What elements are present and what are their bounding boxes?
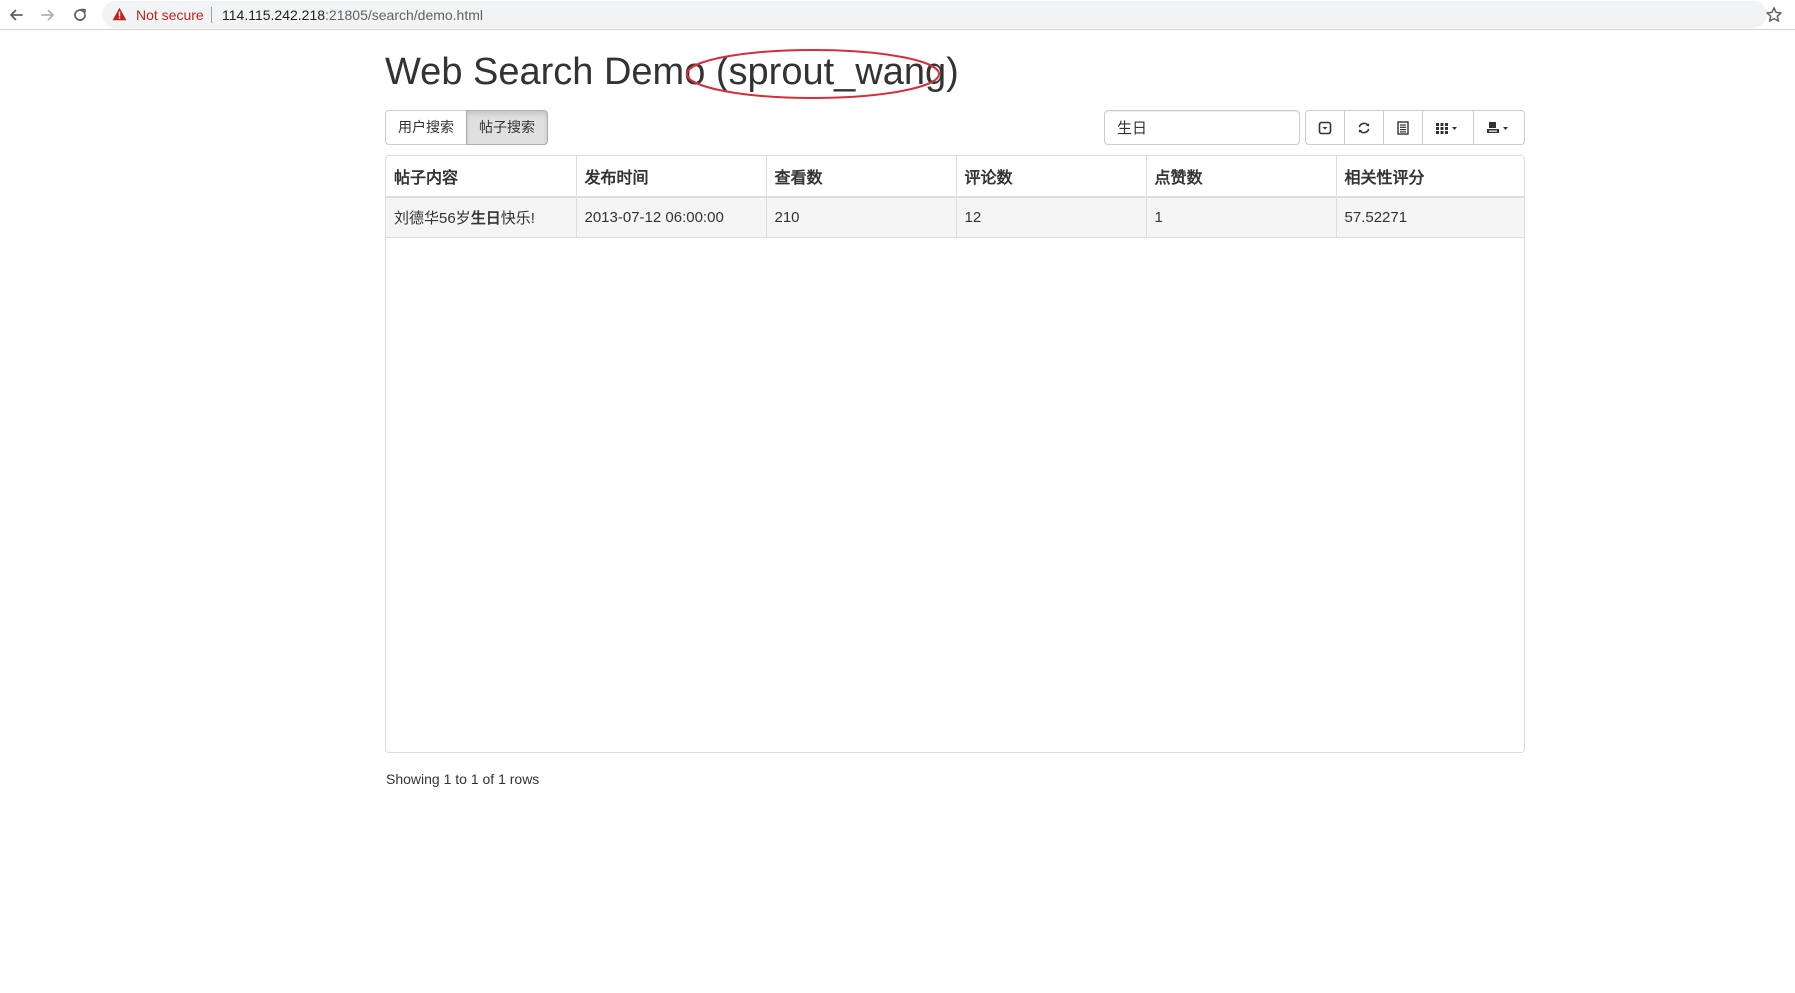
columns-list-icon [1397, 120, 1409, 135]
pagination-info: Showing 1 to 1 of 1 rows [386, 771, 540, 787]
columns-grid-icon [1436, 122, 1457, 134]
tab-post-search[interactable]: 帖子搜索 [466, 110, 548, 145]
column-header-comments[interactable]: 评论数 [955, 156, 1146, 198]
cell-content: 刘德华56岁生日快乐! [386, 197, 576, 238]
url-host: 114.115.242.218 [222, 7, 326, 23]
content-text-end: 快乐! [500, 209, 535, 227]
column-header-views[interactable]: 查看数 [765, 156, 956, 198]
page-title-user: (sprout_wang) [715, 51, 959, 93]
column-header-score[interactable]: 相关性评分 [1335, 156, 1524, 198]
columns-dropdown-button[interactable] [1422, 110, 1474, 145]
tab-user-search[interactable]: 用户搜索 [385, 110, 467, 145]
search-type-tabs: 用户搜索 帖子搜索 [385, 110, 548, 145]
address-bar[interactable]: Not secure 114.115.242.218:21805/search/… [102, 1, 1767, 28]
refresh-icon [1358, 122, 1370, 133]
export-dropdown-button[interactable] [1473, 110, 1525, 145]
security-label[interactable]: Not secure [136, 7, 204, 23]
toggle-view-button[interactable] [1305, 110, 1345, 145]
cell-likes: 1 [1145, 197, 1336, 238]
column-header-time[interactable]: 发布时间 [575, 156, 766, 198]
warning-icon [112, 7, 127, 21]
columns-list-button[interactable] [1383, 110, 1423, 145]
url-separator [211, 7, 212, 23]
refresh-button[interactable] [1344, 110, 1384, 145]
cell-views: 210 [765, 197, 956, 238]
reload-icon [74, 8, 86, 21]
column-header-content[interactable]: 帖子内容 [386, 156, 576, 198]
cell-time: 2013-07-12 06:00:00 [575, 197, 766, 238]
search-input[interactable] [1104, 110, 1300, 145]
table-row[interactable]: 刘德华56岁生日快乐! 2013-07-12 06:00:00 210 12 1… [386, 197, 1524, 238]
page-title: Web Search Demo (sprout_wang) [385, 44, 959, 100]
column-header-likes[interactable]: 点赞数 [1145, 156, 1336, 198]
results-table: 帖子内容 发布时间 查看数 评论数 点赞数 相关性评分 刘德华56岁生日快乐! … [386, 156, 1524, 238]
arrow-right-icon [41, 9, 54, 21]
content-highlight: 生日 [470, 209, 501, 227]
arrow-left-icon [10, 9, 23, 21]
export-icon [1487, 121, 1508, 133]
back-button[interactable] [4, 3, 28, 27]
cell-score: 57.52271 [1335, 197, 1524, 238]
forward-button[interactable] [36, 3, 60, 27]
page-title-main: Web Search Demo [385, 51, 716, 93]
cell-comments: 12 [955, 197, 1146, 238]
results-table-container: 帖子内容 发布时间 查看数 评论数 点赞数 相关性评分 刘德华56岁生日快乐! … [385, 155, 1525, 753]
star-icon [1766, 7, 1782, 22]
reload-button[interactable] [68, 3, 92, 27]
table-header-row: 帖子内容 发布时间 查看数 评论数 点赞数 相关性评分 [386, 156, 1524, 198]
url-path: :21805/search/demo.html [325, 7, 484, 23]
url-text[interactable]: 114.115.242.218:21805/search/demo.html [222, 7, 483, 23]
bookmark-button[interactable] [1762, 3, 1786, 27]
table-toolbar [1305, 110, 1525, 145]
content-text: 刘德华56岁 [394, 209, 471, 227]
browser-toolbar: Not secure 114.115.242.218:21805/search/… [0, 0, 1795, 30]
toggle-icon [1318, 121, 1332, 134]
